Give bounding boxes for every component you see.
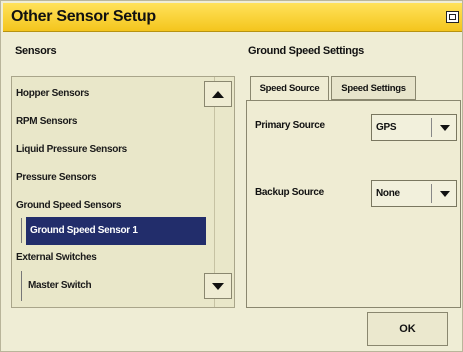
list-item-pressure-sensors[interactable]: Pressure Sensors — [12, 164, 208, 192]
list-item-liquid-pressure-sensors[interactable]: Liquid Pressure Sensors — [12, 136, 208, 164]
arrow-up-icon — [212, 90, 224, 98]
window-title: Other Sensor Setup — [11, 8, 156, 25]
sensors-list[interactable]: Hopper Sensors RPM Sensors Liquid Pressu… — [11, 76, 235, 308]
window-restore-icon[interactable] — [446, 11, 459, 23]
sensors-label: Sensors — [15, 45, 57, 57]
backup-source-value: None — [376, 188, 400, 199]
ground-speed-settings-label: Ground Speed Settings — [248, 45, 364, 57]
select-divider — [431, 184, 432, 203]
tab-speed-settings[interactable]: Speed Settings — [331, 76, 416, 100]
backup-source-select[interactable]: None — [371, 180, 457, 207]
chevron-down-icon — [440, 125, 450, 131]
primary-source-label: Primary Source — [255, 120, 325, 131]
list-item-ground-speed-sensor-1[interactable]: Ground Speed Sensor 1 — [26, 217, 206, 245]
scroll-up-button[interactable] — [204, 81, 232, 107]
chevron-down-icon — [440, 191, 450, 197]
list-item-ground-speed-sensors[interactable]: Ground Speed Sensors — [12, 192, 208, 220]
primary-source-select[interactable]: GPS — [371, 114, 457, 141]
backup-source-label: Backup Source — [255, 187, 324, 198]
primary-source-value: GPS — [376, 122, 397, 133]
scroll-down-button[interactable] — [204, 273, 232, 299]
tab-speed-source[interactable]: Speed Source — [250, 76, 329, 100]
speed-source-panel: Primary Source GPS Backup Source None — [246, 100, 461, 308]
list-item-rpm-sensors[interactable]: RPM Sensors — [12, 108, 208, 136]
list-item-external-switches[interactable]: External Switches — [12, 244, 208, 272]
list-item-master-switch[interactable]: Master Switch — [12, 272, 208, 300]
tree-connector — [21, 218, 22, 243]
list-item-hopper-sensors[interactable]: Hopper Sensors — [12, 80, 208, 108]
dialog-window: Other Sensor Setup Sensors Hopper Sensor… — [0, 0, 463, 352]
title-bar: Other Sensor Setup — [3, 3, 462, 32]
select-divider — [431, 118, 432, 137]
ok-button[interactable]: OK — [367, 312, 448, 346]
arrow-down-icon — [212, 282, 224, 290]
